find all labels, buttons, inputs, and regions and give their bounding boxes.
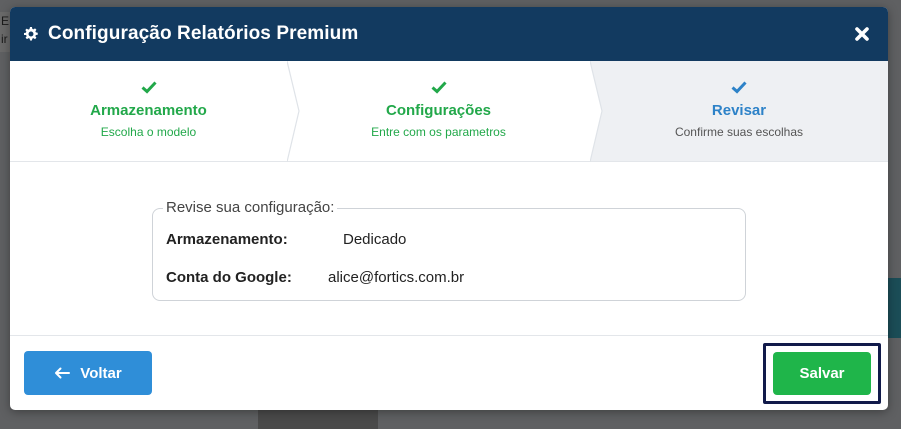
close-icon [855,27,869,41]
review-row-label: Armazenamento: [166,231,288,248]
back-button-label: Voltar [80,364,122,382]
modal-footer: Voltar Salvar [10,336,888,409]
check-icon [731,81,747,94]
review-row-value: Dedicado [343,231,407,248]
arrow-left-icon [54,367,71,379]
wizard-steps: Armazenamento Escolha o modelo Configura… [10,61,888,162]
review-row-google-account: Conta do Google: alice@fortics.com.br [166,269,464,286]
modal-title: Configuração Relatórios Premium [48,23,359,44]
step-revisar[interactable]: Revisar Confirme suas escolhas [590,61,888,161]
save-button[interactable]: Salvar [773,352,871,395]
review-row-label: Conta do Google: [166,269,292,286]
check-icon [431,81,447,94]
review-fieldset: Revise sua configuração: Armazenamento: … [152,199,746,301]
step-subtitle: Escolha o modelo [100,125,197,139]
gear-icon [24,27,38,41]
modal-body: Revise sua configuração: Armazenamento: … [10,162,888,336]
step-configuracoes[interactable]: Configurações Entre com os parametros [287,61,590,161]
step-subtitle: Confirme suas escolhas [674,125,804,139]
step-title: Armazenamento [90,102,207,119]
modal-header: Configuração Relatórios Premium [10,7,888,61]
review-row-value: alice@fortics.com.br [328,269,465,286]
review-legend: Revise sua configuração: [163,199,338,216]
review-row-storage: Armazenamento: Dedicado [166,231,406,248]
background-footer-fragment [258,410,378,429]
step-title: Configurações [385,102,491,119]
background-panel [887,278,901,338]
step-title: Revisar [711,102,767,119]
close-button[interactable] [852,24,872,44]
step-armazenamento[interactable]: Armazenamento Escolha o modelo [10,61,287,161]
back-button[interactable]: Voltar [24,351,152,395]
premium-reports-modal: Configuração Relatórios Premium Armazena… [10,7,888,410]
step-subtitle: Entre com os parametros [371,125,506,139]
check-icon [141,81,157,94]
